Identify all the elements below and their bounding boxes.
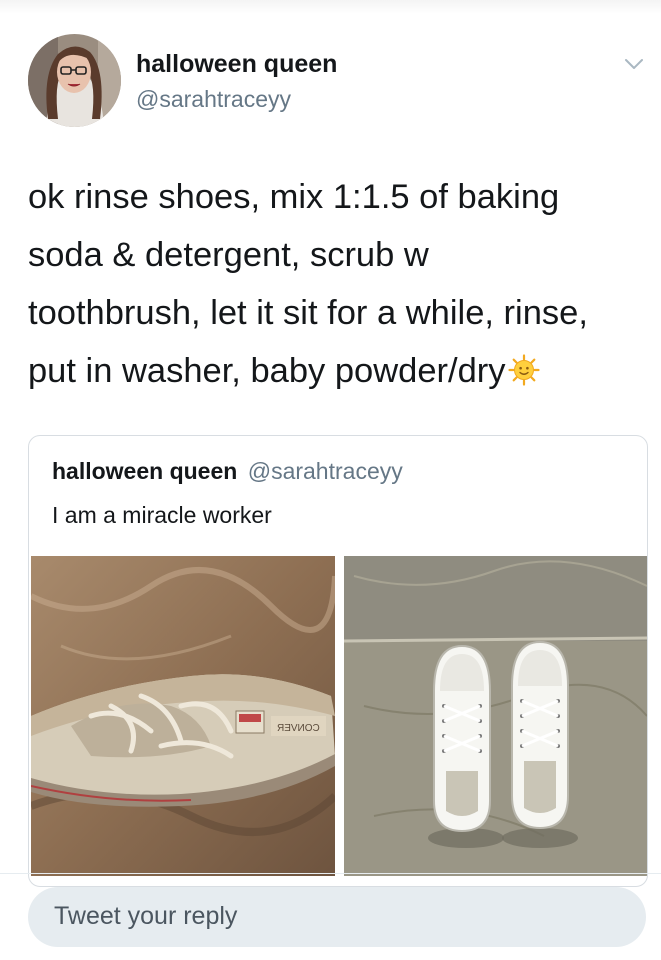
tweet-text-line: ok rinse shoes, mix 1:1.5 of baking (28, 178, 560, 216)
quoted-display-name: halloween queen (52, 458, 238, 484)
svg-text:ЯƎVИOƆ: ЯƎVИOƆ (277, 723, 320, 734)
tweet-text-line-last: put in washer, baby powder/dry (28, 342, 638, 400)
quoted-tweet[interactable]: halloween queen @sarahtraceyy I am a mir… (28, 435, 648, 887)
before-photo[interactable]: ЯƎVИOƆ (31, 556, 335, 876)
tweet-text-line: toothbrush, let it sit for a while, rins… (28, 294, 588, 332)
chevron-down-icon[interactable] (622, 52, 646, 76)
tweet-text-line: soda & detergent, scrub w (28, 236, 429, 274)
display-name[interactable]: halloween queen (136, 50, 337, 79)
profile-photo-icon (28, 34, 121, 127)
quoted-tweet-text: I am a miracle worker (52, 502, 272, 528)
user-handle[interactable]: @sarahtraceyy (136, 86, 291, 113)
reply-placeholder: Tweet your reply (54, 902, 238, 930)
quoted-tweet-header: halloween queen @sarahtraceyy (52, 458, 403, 485)
reply-divider (0, 873, 661, 874)
clean-sneakers-image (344, 556, 647, 876)
dirty-sneaker-image: ЯƎVИOƆ (31, 556, 335, 876)
tweet-text-line-content: put in washer, baby powder/dry (28, 352, 506, 390)
reply-input[interactable]: Tweet your reply (28, 887, 646, 947)
top-edge-fade (0, 0, 661, 14)
tweet-header: halloween queen @sarahtraceyy (28, 34, 648, 130)
sun-face-emoji-icon (507, 346, 540, 386)
tweet-text: ok rinse shoes, mix 1:1.5 of baking soda… (28, 168, 638, 400)
after-photo[interactable] (344, 556, 647, 876)
quoted-user-handle: @sarahtraceyy (247, 458, 403, 484)
avatar[interactable] (28, 34, 121, 127)
